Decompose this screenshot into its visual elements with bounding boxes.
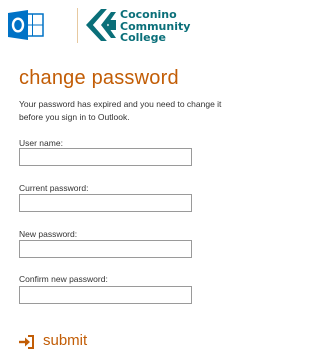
new-password-input[interactable] bbox=[19, 240, 192, 258]
form-description: Your password has expired and you need t… bbox=[19, 99, 222, 122]
confirm-password-input[interactable] bbox=[19, 286, 192, 304]
page-title: change password bbox=[19, 67, 179, 89]
confirm-password-label: Confirm new password: bbox=[19, 274, 108, 284]
arrow-right-into-bracket-icon bbox=[19, 335, 34, 349]
username-input[interactable] bbox=[19, 148, 192, 166]
outlook-icon bbox=[8, 10, 44, 40]
new-password-label: New password: bbox=[19, 229, 78, 239]
username-label: User name: bbox=[19, 138, 63, 148]
submit-label: submit bbox=[43, 332, 88, 349]
current-password-input[interactable] bbox=[19, 194, 192, 212]
ccc-logo-icon bbox=[86, 9, 116, 41]
header-logos: Coconino Community College bbox=[0, 0, 248, 50]
logo-divider bbox=[77, 8, 78, 43]
current-password-label: Current password: bbox=[19, 183, 89, 193]
college-name: Coconino Community College bbox=[120, 8, 191, 44]
